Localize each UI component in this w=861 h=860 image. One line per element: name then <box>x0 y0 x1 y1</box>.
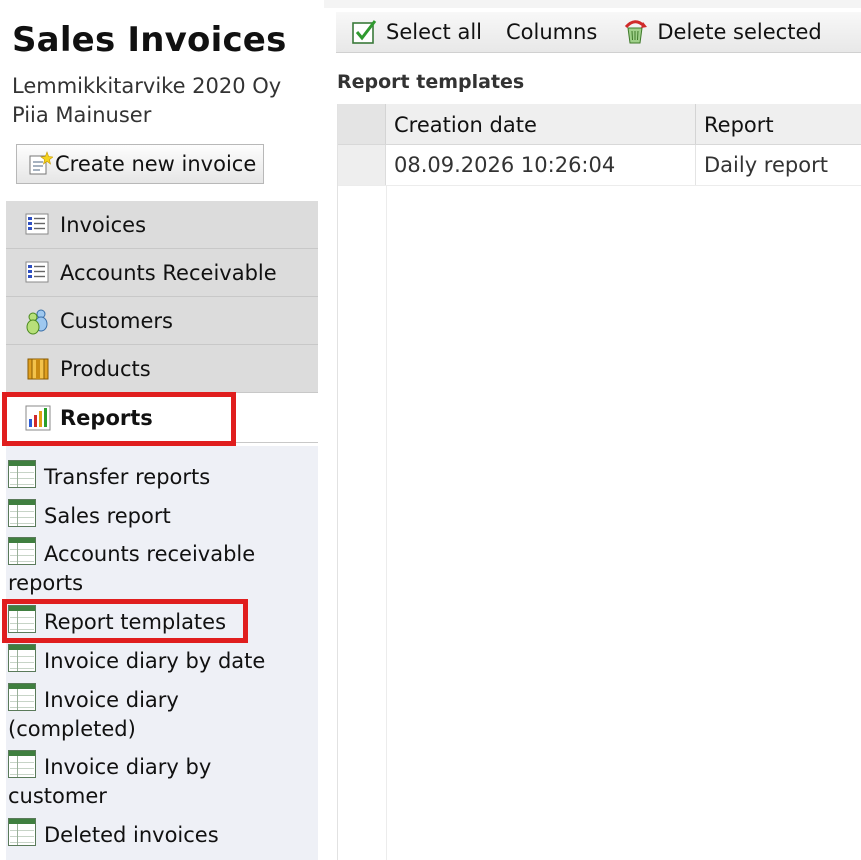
submenu-item-invoice-diary-by-customer[interactable]: Invoice diary by customer <box>8 750 308 811</box>
report-templates-table: Creation date Report 08.09.2026 10:26:04… <box>337 104 861 860</box>
nav-item-label: Products <box>60 356 151 381</box>
main-nav: Invoices Accounts Receivable Customers P… <box>6 201 318 443</box>
submenu-item-accounts-receivable-reports[interactable]: Accounts receivable reports <box>8 537 308 598</box>
submenu-item-label: Deleted invoices <box>44 823 219 847</box>
table-icon <box>8 499 36 527</box>
table-header: Creation date Report <box>338 104 861 145</box>
top-strip <box>324 0 861 8</box>
nav-item-products[interactable]: Products <box>6 345 318 393</box>
invoice-list-icon <box>24 211 52 239</box>
submenu-item-label: Invoice diary by date <box>44 649 266 673</box>
user-name: Piia Mainuser <box>12 103 152 127</box>
section-title: Report templates <box>337 71 525 93</box>
delete-selected-button[interactable]: Delete selected <box>621 13 822 51</box>
select-all-label: Select all <box>386 20 482 44</box>
submenu-item-invoice-diary-completed[interactable]: Invoice diary (completed) <box>8 683 308 744</box>
table-icon <box>8 750 36 778</box>
select-all-button[interactable]: Select all <box>350 13 482 51</box>
submenu-item-label: Transfer reports <box>44 465 211 489</box>
nav-item-customers[interactable]: Customers <box>6 297 318 345</box>
delete-selected-label: Delete selected <box>657 20 822 44</box>
create-new-invoice-button[interactable]: Create new invoice <box>16 144 264 184</box>
toolbar: Select all Columns Delete selected <box>336 12 861 53</box>
columns-label: Columns <box>506 20 598 44</box>
app-title: Sales Invoices <box>12 20 287 60</box>
nav-item-label: Accounts Receivable <box>60 260 277 285</box>
submenu-item-transfer-reports[interactable]: Transfer reports <box>8 460 308 492</box>
nav-item-accounts-receivable[interactable]: Accounts Receivable <box>6 249 318 297</box>
submenu-item-label: Invoice diary by customer <box>8 755 212 808</box>
table-icon <box>8 644 36 672</box>
column-header-report[interactable]: Report <box>696 104 861 144</box>
row-select-cell[interactable] <box>338 145 386 185</box>
cell-creation-date: 08.09.2026 10:26:04 <box>386 145 696 185</box>
column-header-creation-date[interactable]: Creation date <box>386 104 696 144</box>
table-icon <box>8 460 36 488</box>
submenu-item-label: Report templates <box>44 610 227 634</box>
submenu-item-label: Sales report <box>44 504 171 528</box>
table-icon <box>8 605 36 633</box>
submenu-item-label: Accounts receivable reports <box>8 542 256 595</box>
table-icon <box>8 683 36 711</box>
submenu-item-invoice-diary-by-date[interactable]: Invoice diary by date <box>8 644 308 676</box>
recycle-bin-icon <box>621 18 649 46</box>
columns-button[interactable]: Columns <box>506 13 597 51</box>
new-document-icon <box>27 151 54 177</box>
bar-chart-icon <box>24 404 52 432</box>
select-column-body <box>338 185 387 860</box>
submenu-item-sales-report[interactable]: Sales report <box>8 499 308 531</box>
submenu-item-deleted-invoices[interactable]: Deleted invoices <box>8 818 308 850</box>
table-icon <box>8 537 36 565</box>
company-name: Lemmikkitarvike 2020 Oy <box>12 74 282 98</box>
table-row[interactable]: 08.09.2026 10:26:04 Daily report <box>338 145 861 186</box>
users-icon <box>24 307 52 335</box>
main-content: Select all Columns Delete selected Repor… <box>324 0 861 860</box>
cell-report: Daily report <box>704 153 828 177</box>
nav-item-label: Invoices <box>60 212 147 237</box>
box-icon <box>24 355 52 383</box>
nav-item-invoices[interactable]: Invoices <box>6 201 318 249</box>
select-column-header[interactable] <box>338 104 386 144</box>
create-new-invoice-label: Create new invoice <box>55 152 257 176</box>
nav-item-label: Reports <box>60 405 153 430</box>
nav-item-reports[interactable]: Reports <box>6 393 318 443</box>
submenu-item-report-templates[interactable]: Report templates <box>8 605 308 637</box>
checkbox-checked-icon <box>350 18 378 46</box>
table-icon <box>8 818 36 846</box>
invoice-list-icon <box>24 259 52 287</box>
nav-item-label: Customers <box>60 308 173 333</box>
